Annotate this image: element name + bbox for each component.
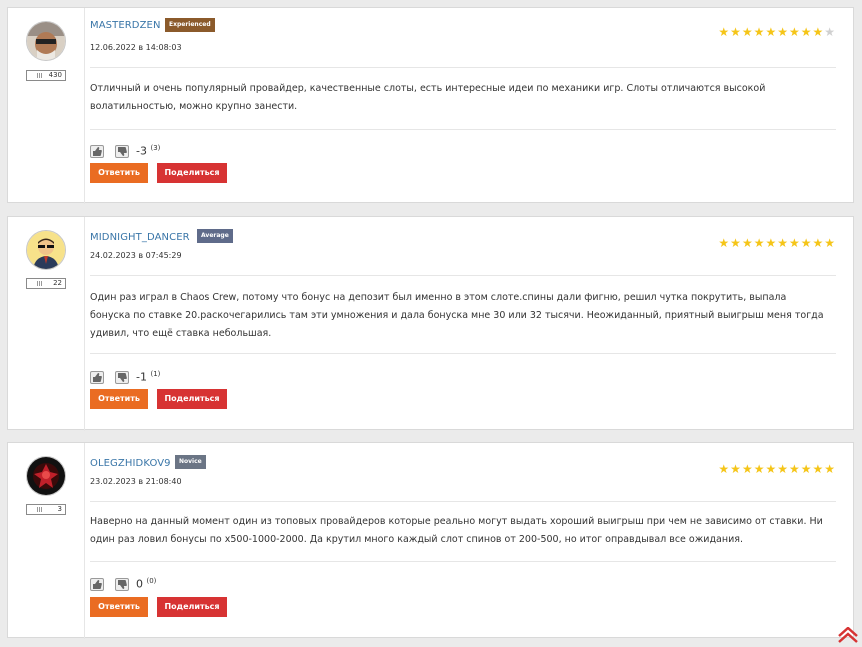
thumbs-down-icon xyxy=(118,373,127,382)
rank-badge: Experienced xyxy=(165,18,215,32)
divider xyxy=(90,561,836,562)
divider xyxy=(90,129,836,130)
dislike-button[interactable] xyxy=(115,371,129,384)
vote-count: (3) xyxy=(150,144,161,152)
reputation-badge: 430 xyxy=(26,70,66,81)
reputation-count: 430 xyxy=(48,71,62,79)
thumbs-down-icon xyxy=(118,580,127,589)
reply-button[interactable]: Ответить xyxy=(90,163,148,183)
comment-card: 22 MIDNIGHT_DANCER Average 24.02.2023 в … xyxy=(7,216,854,431)
username-link[interactable]: MIDNIGHT_DANCER xyxy=(90,232,190,243)
comment-card: 430 MASTERDZEN Experienced 12.06.2022 в … xyxy=(7,7,854,204)
thumbs-down-icon xyxy=(118,147,127,156)
star-rating: ★★★★★★★★★★ xyxy=(718,26,836,38)
comment-date: 24.02.2023 в 07:45:29 xyxy=(90,251,182,260)
rank-badge: Average xyxy=(197,229,233,243)
divider xyxy=(84,217,85,431)
reputation-badge: 3 xyxy=(26,504,66,515)
like-button[interactable] xyxy=(90,578,104,591)
score-value: 0 xyxy=(136,577,143,591)
reputation-count: 22 xyxy=(53,279,62,287)
divider xyxy=(84,443,85,639)
comment-date: 23.02.2023 в 21:08:40 xyxy=(90,477,182,486)
user-avatar[interactable] xyxy=(26,21,66,61)
score-value: -3 xyxy=(136,144,147,158)
share-button[interactable]: Поделиться xyxy=(157,163,227,183)
username-link[interactable]: MASTERDZEN xyxy=(90,20,161,31)
vote-count: (0) xyxy=(146,577,157,585)
avatar-image xyxy=(27,231,65,269)
like-button[interactable] xyxy=(90,371,104,384)
divider xyxy=(90,353,836,354)
comment-score: -3 (3) xyxy=(136,144,160,158)
score-value: -1 xyxy=(136,370,147,384)
star-rating: ★★★★★★★★★★ xyxy=(718,463,836,475)
reputation-badge: 22 xyxy=(26,278,66,289)
star-icon: ★★★★★★★★★★ xyxy=(718,462,836,476)
divider xyxy=(90,67,836,68)
avatar-image xyxy=(27,457,65,495)
comment-date: 12.06.2022 в 14:08:03 xyxy=(90,43,182,52)
reputation-bars-icon xyxy=(37,73,42,78)
comment-card: 3 OLEGZHIDKOV9 Novice 23.02.2023 в 21:08… xyxy=(7,442,854,639)
dislike-button[interactable] xyxy=(115,145,129,158)
double-chevron-up-icon xyxy=(838,626,858,643)
rank-badge: Novice xyxy=(175,455,206,469)
star-empty-icon: ★ xyxy=(824,25,836,39)
divider xyxy=(90,275,836,276)
comment-score: 0 (0) xyxy=(136,577,156,591)
divider xyxy=(90,501,836,502)
comment-score: -1 (1) xyxy=(136,370,160,384)
star-icon: ★★★★★★★★★ xyxy=(718,25,825,39)
like-button[interactable] xyxy=(90,145,104,158)
scroll-to-top-button[interactable] xyxy=(837,626,859,643)
reputation-count: 3 xyxy=(57,505,62,513)
comment-text: Отличный и очень популярный провайдер, к… xyxy=(90,83,766,112)
thumbs-up-icon xyxy=(93,147,102,156)
divider xyxy=(84,8,85,204)
star-rating: ★★★★★★★★★★ xyxy=(718,237,836,249)
user-avatar[interactable] xyxy=(26,230,66,270)
comment-text: Наверно на данный момент один из топовых… xyxy=(90,516,823,545)
reputation-bars-icon xyxy=(37,507,42,512)
username-link[interactable]: OLEGZHIDKOV9 xyxy=(90,458,171,469)
dislike-button[interactable] xyxy=(115,578,129,591)
comment-text: Один раз играл в Chaos Crew, потому что … xyxy=(90,292,824,339)
reply-button[interactable]: Ответить xyxy=(90,597,148,617)
share-button[interactable]: Поделиться xyxy=(157,597,227,617)
user-avatar[interactable] xyxy=(26,456,66,496)
thumbs-up-icon xyxy=(93,373,102,382)
avatar-image xyxy=(27,22,65,60)
share-button[interactable]: Поделиться xyxy=(157,389,227,409)
thumbs-up-icon xyxy=(93,580,102,589)
reputation-bars-icon xyxy=(37,281,42,286)
vote-count: (1) xyxy=(150,370,161,378)
reply-button[interactable]: Ответить xyxy=(90,389,148,409)
star-icon: ★★★★★★★★★★ xyxy=(718,236,836,250)
